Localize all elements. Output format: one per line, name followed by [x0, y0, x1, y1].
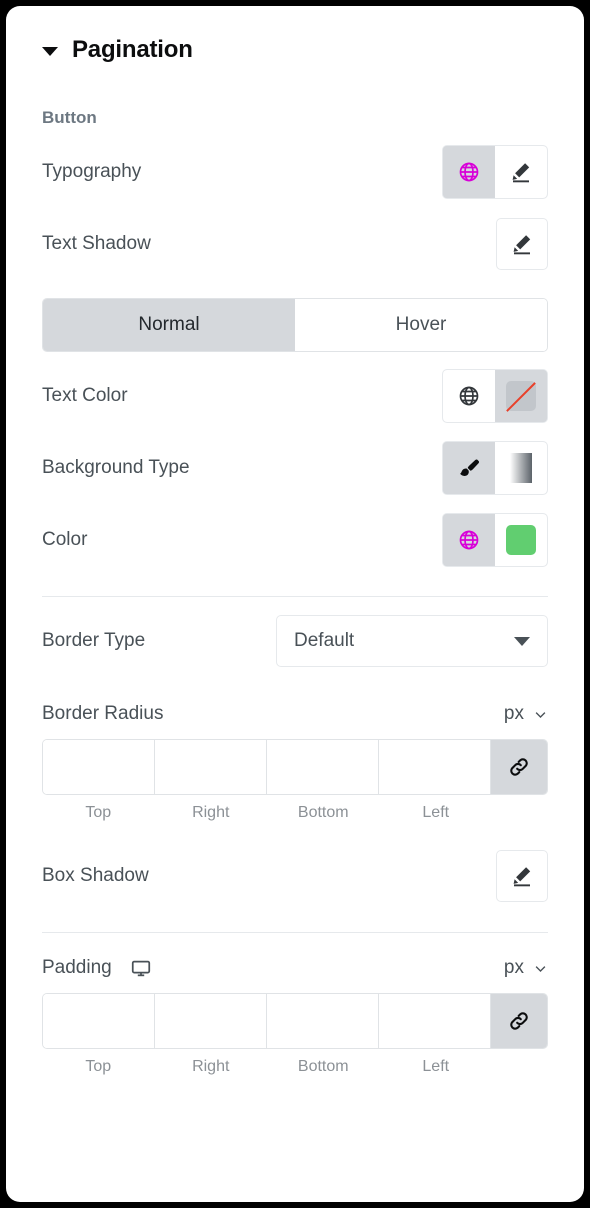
- state-tabs: Normal Hover: [42, 298, 548, 352]
- row-typography: Typography: [42, 144, 548, 200]
- padding-right-input[interactable]: [155, 994, 267, 1048]
- padding-top-input[interactable]: [43, 994, 155, 1048]
- caret-down-icon: [514, 636, 530, 646]
- row-border-type: Border Type Default: [42, 613, 548, 669]
- padding-left-input[interactable]: [379, 994, 491, 1048]
- screenshot-frame: Pagination Button Typography Text Shadow…: [0, 0, 590, 1208]
- label-border-type: Border Type: [42, 630, 146, 651]
- pencil-icon: [513, 867, 531, 887]
- divider-border: [42, 596, 548, 597]
- gradient-icon: [510, 453, 532, 483]
- padding-bottom-input[interactable]: [267, 994, 379, 1048]
- text-color-global-button[interactable]: [443, 370, 495, 422]
- link-icon: [510, 758, 528, 776]
- color-swatch: [506, 525, 536, 555]
- label-border-radius: Border Radius: [42, 703, 164, 724]
- typography-controls: [442, 145, 548, 199]
- caption-left: Left: [422, 804, 450, 821]
- padding-link-button[interactable]: [491, 994, 547, 1048]
- section-header-pagination[interactable]: Pagination: [42, 6, 548, 64]
- caption-bottom: Bottom: [297, 804, 349, 821]
- border-type-value: Default: [294, 630, 355, 651]
- border-radius-left-input[interactable]: [379, 740, 491, 794]
- border-radius-unit-value: px: [503, 703, 524, 724]
- text-shadow-edit-button[interactable]: [496, 218, 548, 270]
- caption-left: Left: [422, 1058, 450, 1075]
- border-radius-bottom-input[interactable]: [267, 740, 379, 794]
- padding-unit-value: px: [503, 957, 524, 978]
- background-classic-button[interactable]: [443, 442, 495, 494]
- row-text-color: Text Color: [42, 368, 548, 424]
- text-shadow-controls: [496, 218, 548, 270]
- border-radius-link-button[interactable]: [491, 740, 547, 794]
- caption-top: Top: [85, 1058, 112, 1075]
- chevron-down-icon: [535, 965, 546, 972]
- color-global-button[interactable]: [443, 514, 495, 566]
- caption-right: Right: [192, 1058, 230, 1075]
- border-radius-dimensions: [42, 739, 548, 795]
- label-padding: Padding: [42, 957, 112, 978]
- row-color: Color: [42, 512, 548, 568]
- label-padding-group: Padding: [42, 957, 152, 979]
- caret-down-icon: [42, 46, 58, 56]
- globe-icon: [459, 162, 479, 182]
- label-typography: Typography: [42, 161, 142, 182]
- label-color: Color: [42, 529, 88, 550]
- color-swatch-button[interactable]: [495, 514, 547, 566]
- row-box-shadow: Box Shadow: [42, 848, 548, 904]
- chevron-down-icon: [535, 711, 546, 718]
- background-gradient-button[interactable]: [495, 442, 547, 494]
- typography-global-button[interactable]: [443, 146, 495, 198]
- pagination-settings-panel: Pagination Button Typography Text Shadow…: [6, 6, 584, 1202]
- paint-brush-icon: [460, 459, 480, 476]
- label-box-shadow: Box Shadow: [42, 865, 149, 886]
- pencil-icon: [513, 235, 531, 255]
- no-color-swatch-icon: [506, 381, 536, 411]
- label-text-color: Text Color: [42, 385, 128, 406]
- text-color-swatch-button[interactable]: [495, 370, 547, 422]
- typography-control-group[interactable]: [442, 145, 548, 199]
- caption-top: Top: [85, 804, 112, 821]
- row-background-type: Background Type: [42, 440, 548, 496]
- color-controls: [442, 513, 548, 567]
- caption-bottom: Bottom: [297, 1058, 349, 1075]
- link-icon: [510, 1012, 528, 1030]
- label-background-type: Background Type: [42, 457, 190, 478]
- caption-right: Right: [192, 804, 230, 821]
- padding-captions: Top Right Bottom Left: [42, 1058, 548, 1076]
- border-radius-captions: Top Right Bottom Left: [42, 804, 548, 822]
- border-radius-top-input[interactable]: [43, 740, 155, 794]
- border-type-controls: Default: [276, 615, 548, 667]
- label-text-shadow: Text Shadow: [42, 233, 151, 254]
- tab-normal[interactable]: Normal: [43, 299, 295, 351]
- border-radius-right-input[interactable]: [155, 740, 267, 794]
- background-type-controls: [442, 441, 548, 495]
- divider-padding: [42, 932, 548, 933]
- row-border-radius-header: Border Radius px: [42, 703, 548, 725]
- desktop-icon[interactable]: [130, 957, 152, 979]
- text-color-control-group[interactable]: [442, 369, 548, 423]
- border-radius-unit-selector[interactable]: px: [504, 703, 548, 725]
- text-color-controls: [442, 369, 548, 423]
- tab-hover[interactable]: Hover: [295, 299, 547, 351]
- pencil-icon: [512, 163, 530, 183]
- padding-unit-selector[interactable]: px: [504, 957, 548, 979]
- row-text-shadow: Text Shadow: [42, 216, 548, 272]
- padding-dimensions: [42, 993, 548, 1049]
- globe-icon: [459, 386, 479, 406]
- typography-edit-button[interactable]: [495, 146, 547, 198]
- globe-icon: [459, 530, 479, 550]
- box-shadow-controls: [496, 850, 548, 902]
- subheading-button: Button: [42, 108, 97, 127]
- border-type-select[interactable]: Default: [276, 615, 548, 667]
- page-title: Pagination: [72, 36, 193, 63]
- row-padding-header: Padding px: [42, 957, 548, 979]
- desktop-icon-glyph: [131, 960, 150, 977]
- background-type-control-group[interactable]: [442, 441, 548, 495]
- box-shadow-edit-button[interactable]: [496, 850, 548, 902]
- color-control-group[interactable]: [442, 513, 548, 567]
